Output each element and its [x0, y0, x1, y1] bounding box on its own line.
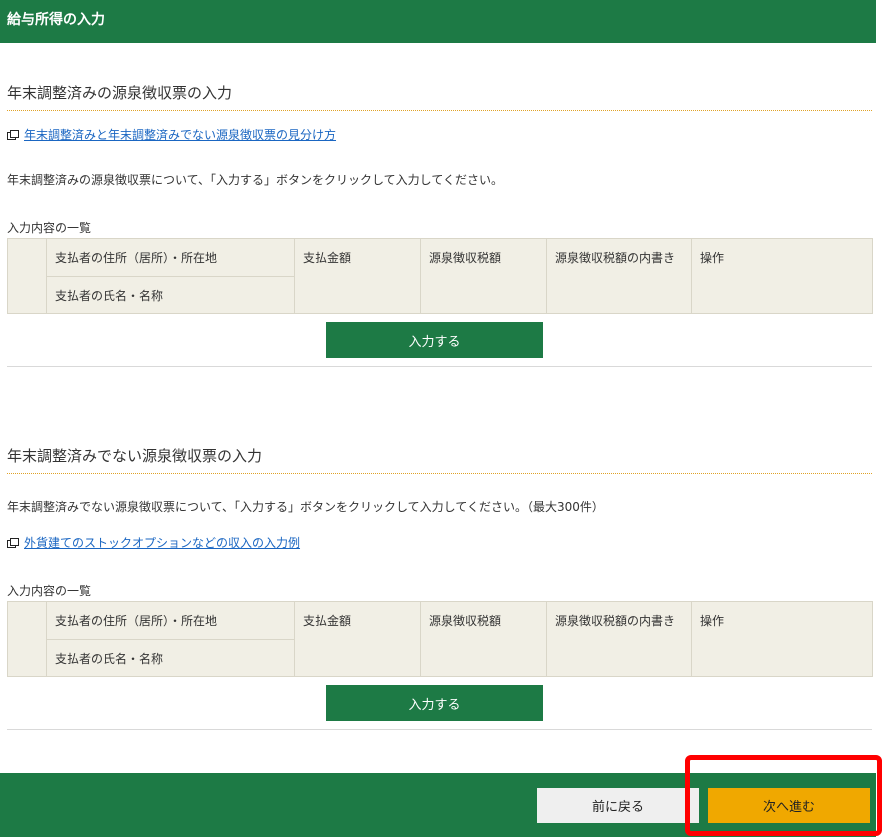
new-window-icon	[7, 537, 19, 548]
col-payer-name: 支払者の氏名・名称	[46, 276, 295, 314]
section2-description: 年末調整済みでない源泉徴収票について、「入力する」ボタンをクリックして入力してく…	[7, 500, 604, 514]
section2-list-label: 入力内容の一覧	[7, 584, 92, 598]
next-button[interactable]: 次へ進む	[708, 788, 870, 823]
section1-bottom-divider	[7, 366, 872, 367]
col-withholding-breakdown: 源泉徴収税額の内書き	[546, 238, 692, 314]
col-payer-address: 支払者の住所（居所）・所在地	[46, 238, 295, 277]
section1-help-link-row: 年末調整済みと年末調整済みでない源泉徴収票の見分け方	[7, 126, 336, 143]
section1-divider	[7, 110, 872, 111]
section1-entries-table: 支払者の住所（居所）・所在地 支払金額 源泉徴収税額 源泉徴収税額の内書き 操作…	[7, 238, 873, 314]
col-payment-amount: 支払金額	[294, 238, 421, 314]
col-withholding-breakdown: 源泉徴収税額の内書き	[546, 601, 692, 677]
page-title: 給与所得の入力	[7, 12, 105, 28]
section1-title: 年末調整済みの源泉徴収票の入力	[7, 84, 233, 102]
new-window-icon	[7, 129, 19, 140]
col-payment-amount: 支払金額	[294, 601, 421, 677]
section2-bottom-divider	[7, 729, 872, 730]
section2-title: 年末調整済みでない源泉徴収票の入力	[7, 447, 263, 465]
col-withholding-tax: 源泉徴収税額	[420, 238, 547, 314]
page-header: 給与所得の入力	[0, 0, 876, 43]
section2-divider	[7, 473, 872, 474]
section2-input-button[interactable]: 入力する	[326, 685, 543, 721]
col-payer-name: 支払者の氏名・名称	[46, 639, 295, 677]
section1-input-button[interactable]: 入力する	[326, 322, 543, 358]
row-selector-cell	[7, 601, 47, 677]
col-action: 操作	[691, 601, 873, 677]
stock-option-income-example-link[interactable]: 外貨建てのストックオプションなどの収入の入力例	[24, 534, 300, 551]
col-action: 操作	[691, 238, 873, 314]
col-withholding-tax: 源泉徴収税額	[420, 601, 547, 677]
back-button[interactable]: 前に戻る	[537, 788, 699, 823]
section1-description: 年末調整済みの源泉徴収票について、「入力する」ボタンをクリックして入力してくださ…	[7, 173, 503, 187]
row-selector-cell	[7, 238, 47, 314]
section2-entries-table: 支払者の住所（居所）・所在地 支払金額 源泉徴収税額 源泉徴収税額の内書き 操作…	[7, 601, 873, 677]
section1-list-label: 入力内容の一覧	[7, 221, 92, 235]
distinguish-withholding-slips-link[interactable]: 年末調整済みと年末調整済みでない源泉徴収票の見分け方	[24, 126, 336, 143]
section2-help-link-row: 外貨建てのストックオプションなどの収入の入力例	[7, 534, 300, 551]
col-payer-address: 支払者の住所（居所）・所在地	[46, 601, 295, 640]
